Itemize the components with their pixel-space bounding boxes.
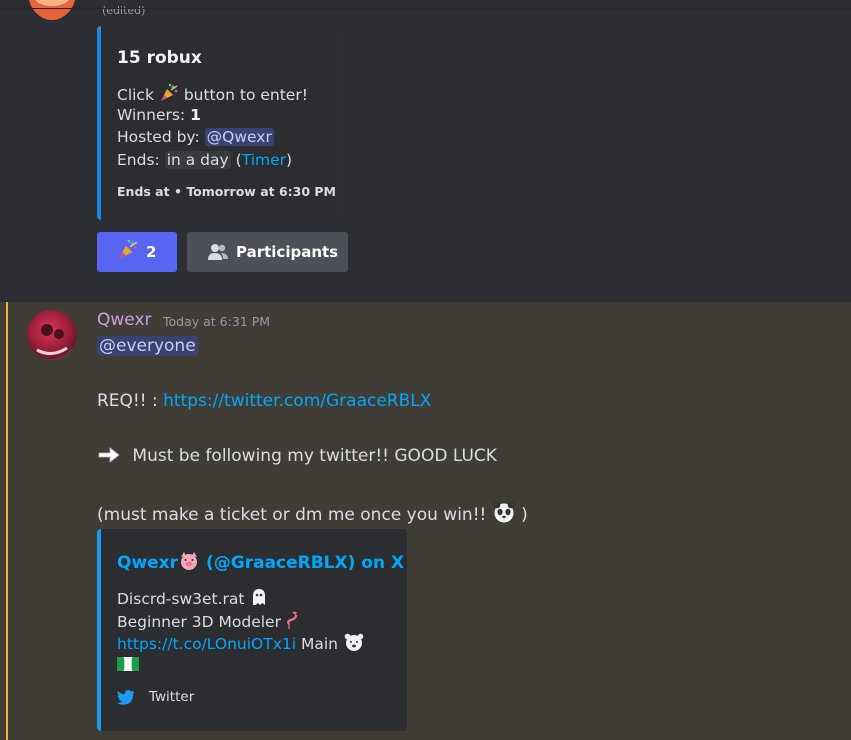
- avatar[interactable]: [28, 0, 76, 20]
- everyone-mention[interactable]: @everyone: [97, 336, 198, 356]
- ticket-line: (must make a ticket or dm me once you wi…: [97, 501, 528, 528]
- twitter-icon: [117, 689, 135, 705]
- follow-line: Must be following my twitter!! GOOD LUCK: [97, 446, 497, 469]
- avatar[interactable]: [27, 310, 77, 360]
- embed-desc-3: https://t.co/LOnuiOTx1i Main: [117, 632, 365, 656]
- embed-host: Hosted by: @Qwexr: [117, 128, 274, 146]
- embed-ends: Ends: in a day (Timer): [117, 151, 293, 169]
- flamingo-icon: [281, 610, 301, 634]
- embed-title: 15 robux: [117, 48, 202, 68]
- embed-footer: Twitter: [117, 689, 194, 705]
- users-icon: [207, 243, 229, 261]
- message-giveaway: (edited) 15 robux Click button to enter!…: [0, 0, 851, 302]
- ends-value: in a day: [164, 151, 231, 169]
- mention-highlight-bar: [6, 302, 8, 740]
- party-popper-icon: [117, 239, 139, 265]
- everyone-line: @everyone: [97, 336, 198, 356]
- embed-instruction: Click button to enter!: [117, 83, 308, 107]
- divider: [0, 8, 851, 9]
- ghost-icon: [249, 587, 269, 611]
- timestamp: Today at 6:31 PM: [163, 314, 271, 329]
- embed-desc-2: Beginner 3D Modeler: [117, 610, 301, 634]
- twitter-link[interactable]: https://twitter.com/GraaceRBLX: [163, 391, 431, 411]
- embed-desc-1: Discrd-sw3et.rat: [117, 587, 269, 611]
- enter-count: 2: [146, 243, 157, 261]
- embed-footer: Ends at • Tomorrow at 6:30 PM: [117, 184, 337, 199]
- participants-button[interactable]: Participants: [187, 232, 348, 272]
- giveaway-embed: 15 robux Click button to enter! Winners:…: [97, 26, 337, 220]
- twitter-embed: Qwexr (@GraaceRBLX) on X Discrd-sw3et.ra…: [97, 529, 407, 731]
- message-highlighted: Qwexr Today at 6:31 PM @everyone REQ!! :…: [0, 302, 851, 740]
- polar-bear-icon: [343, 632, 365, 656]
- embed-title-link[interactable]: Qwexr (@GraaceRBLX) on X: [117, 551, 404, 576]
- enter-giveaway-button[interactable]: 2: [97, 232, 177, 272]
- party-popper-icon: [159, 83, 179, 107]
- embed-winners: Winners: 1: [117, 106, 201, 124]
- req-line: REQ!! : https://twitter.com/GraaceRBLX: [97, 391, 432, 411]
- timer-link[interactable]: Timer: [242, 151, 286, 169]
- panda-icon: [492, 501, 516, 528]
- nigeria-flag-icon: [117, 656, 139, 676]
- username[interactable]: Qwexr: [97, 310, 152, 330]
- embed-desc-4: [117, 655, 139, 676]
- tco-link[interactable]: https://t.co/LOnuiOTx1i: [117, 635, 296, 653]
- pig-icon: [178, 551, 200, 576]
- arrow-right-icon: [97, 446, 121, 469]
- edited-label: (edited): [102, 4, 146, 17]
- host-mention[interactable]: @Qwexr: [204, 128, 274, 146]
